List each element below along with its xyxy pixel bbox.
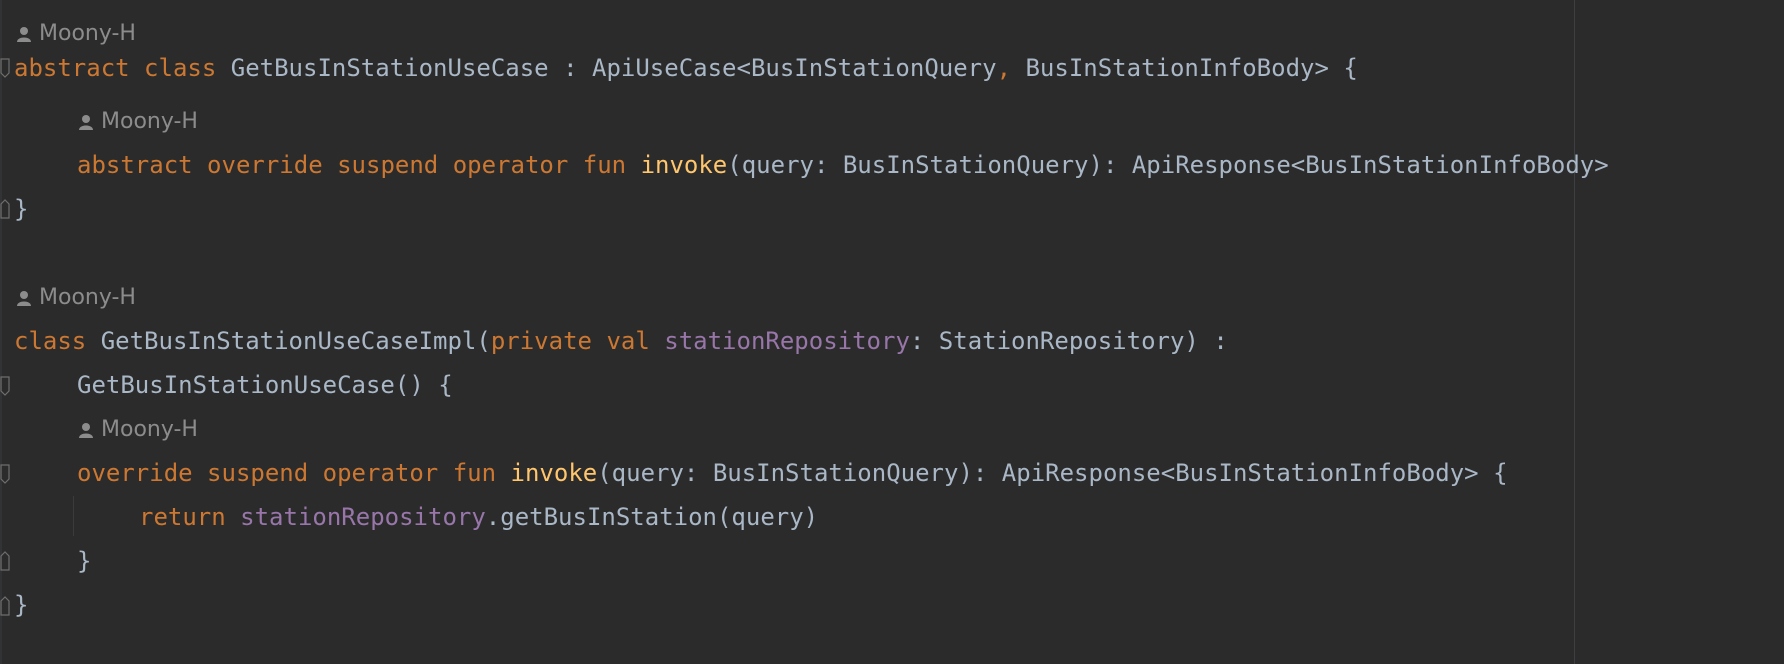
author-name: Moony-H — [101, 417, 198, 442]
keyword: suspend — [337, 151, 439, 179]
user-icon — [79, 115, 93, 130]
class-name: GetBusInStationUseCaseImpl( — [86, 327, 491, 355]
keyword: suspend — [207, 459, 309, 487]
keyword: abstract — [77, 151, 193, 179]
brace: } — [14, 195, 29, 223]
keyword: fun — [582, 151, 627, 179]
code-line[interactable]: abstract override suspend operator fun i… — [77, 143, 1609, 187]
code-text: .getBusInStation(query) — [485, 503, 819, 531]
class-name: GetBusInStationUseCase — [230, 54, 549, 82]
fold-marker-icon[interactable] — [0, 596, 10, 616]
property-name: stationRepository — [664, 327, 910, 355]
code-text: (query: BusInStationQuery): ApiResponse<… — [597, 459, 1508, 487]
code-text: : — [548, 54, 592, 82]
brace: } — [77, 547, 92, 575]
code-text: : StationRepository) : — [909, 327, 1228, 355]
function-name: invoke — [640, 151, 728, 179]
code-line[interactable]: GetBusInStationUseCase() { — [77, 363, 453, 407]
keyword: override — [207, 151, 323, 179]
author-hint[interactable]: Moony-H — [16, 19, 136, 49]
code-text: BusInStationInfoBody> { — [1011, 54, 1358, 82]
right-margin-guide — [1574, 0, 1575, 664]
code-text: GetBusInStationUseCase() { — [77, 371, 453, 399]
keyword: abstract — [14, 54, 130, 82]
fold-marker-icon[interactable] — [0, 376, 10, 396]
keyword: class — [14, 327, 87, 355]
code-line[interactable]: abstract class GetBusInStationUseCase : … — [14, 46, 1358, 90]
code-line[interactable]: } — [14, 583, 28, 627]
fold-marker-icon[interactable] — [0, 58, 10, 78]
code-line[interactable]: return stationRepository.getBusInStation… — [139, 495, 818, 539]
code-text: (query: BusInStationQuery): ApiResponse<… — [727, 151, 1609, 179]
keyword: return — [139, 503, 226, 531]
user-icon — [79, 423, 93, 438]
keyword: override — [77, 459, 193, 487]
indent-guide — [73, 496, 74, 536]
code-line[interactable]: override suspend operator fun invoke(que… — [77, 451, 1508, 495]
code-line[interactable]: class GetBusInStationUseCaseImpl(private… — [14, 319, 1228, 363]
user-icon — [17, 27, 31, 42]
keyword: operator — [452, 151, 569, 179]
keyword: private — [490, 327, 592, 355]
code-text: ApiUseCase<BusInStationQuery — [592, 54, 997, 82]
user-icon — [17, 291, 31, 306]
author-hint[interactable]: Moony-H — [16, 283, 136, 313]
keyword: class — [144, 54, 217, 82]
author-hint[interactable]: Moony-H — [78, 107, 198, 137]
comma: , — [996, 54, 1012, 82]
function-name: invoke — [510, 459, 598, 487]
code-editor[interactable]: Moony-H abstract class GetBusInStationUs… — [0, 0, 1784, 664]
author-hint[interactable]: Moony-H — [78, 415, 198, 445]
fold-marker-icon[interactable] — [0, 464, 10, 484]
author-name: Moony-H — [39, 285, 136, 310]
keyword: fun — [452, 459, 497, 487]
author-name: Moony-H — [39, 21, 136, 46]
fold-marker-icon[interactable] — [0, 199, 10, 219]
code-line[interactable]: } — [14, 187, 28, 231]
keyword: val — [606, 327, 650, 355]
brace: } — [14, 591, 29, 619]
fold-marker-icon[interactable] — [0, 551, 10, 571]
keyword: operator — [322, 459, 439, 487]
code-line[interactable]: } — [77, 539, 91, 583]
property-name: stationRepository — [240, 503, 486, 531]
author-name: Moony-H — [101, 109, 198, 134]
